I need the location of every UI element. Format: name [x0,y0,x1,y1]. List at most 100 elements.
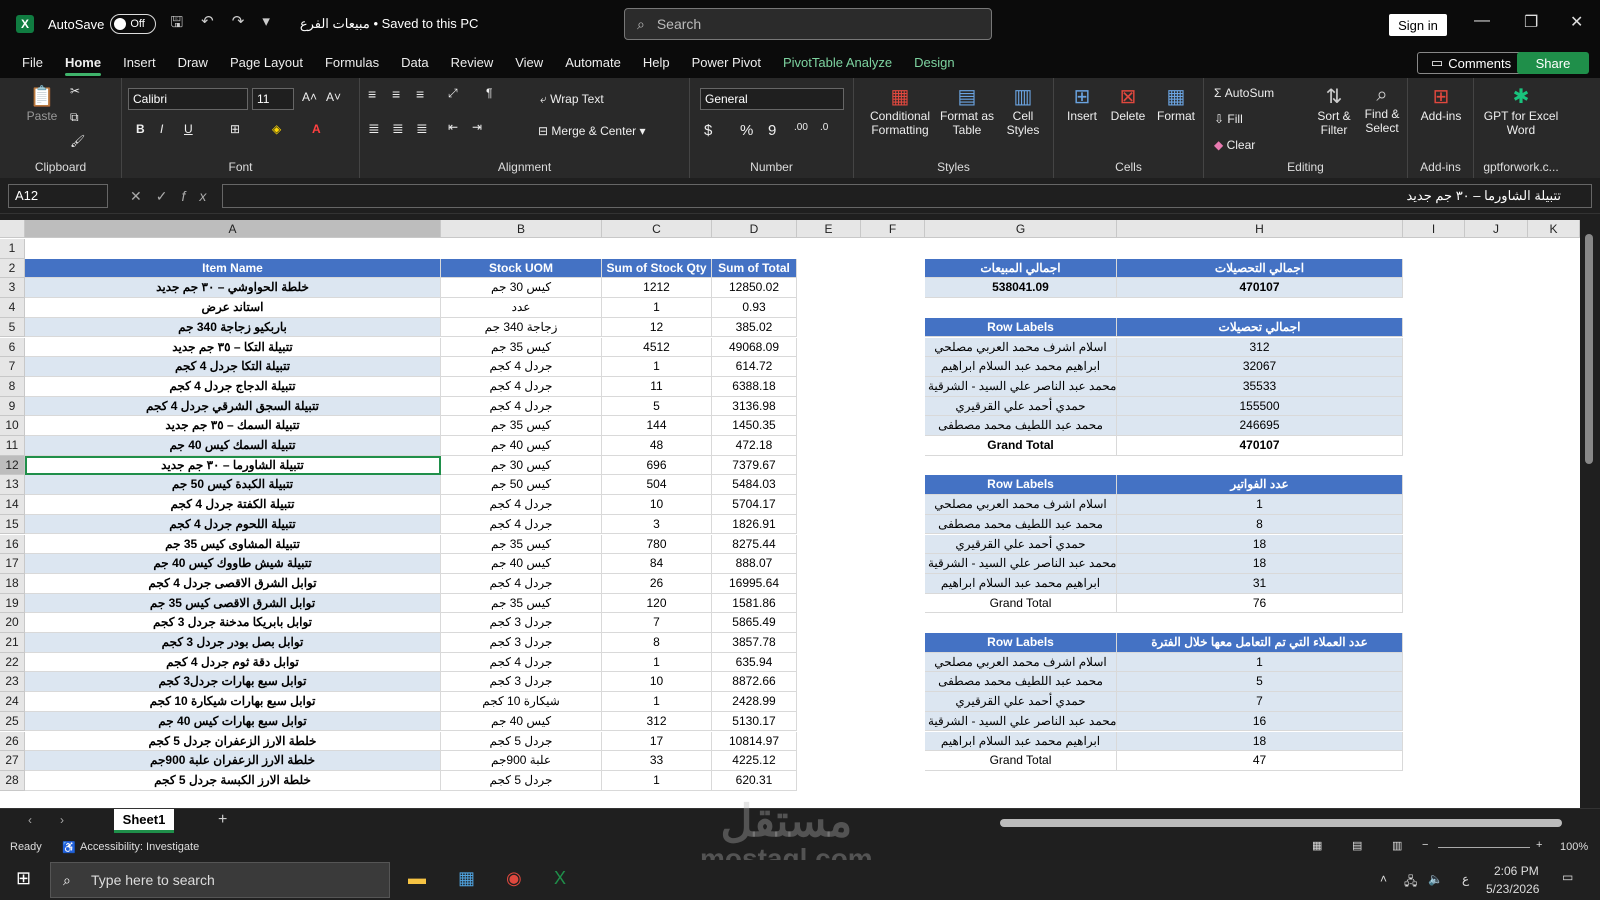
name-box[interactable]: A12 [8,184,108,208]
item-name-cell[interactable]: توابل الشرق الاقصى كيس 35 جم [25,593,441,614]
total-cell[interactable]: 49068.09 [712,337,797,358]
file-explorer-icon[interactable]: ▬ [408,868,426,889]
qty-cell[interactable]: 1 [602,357,712,377]
comments-button[interactable]: ▭ Comments [1417,52,1525,74]
delete-cells-button[interactable]: ⊠ Delete [1108,84,1148,123]
prev-sheet-icon[interactable]: ‹ [28,813,32,827]
pivot-label-cell[interactable]: ابراهيم محمد عبد السلام ابراهيم [925,357,1117,377]
underline-icon[interactable]: U [184,122,193,136]
total-cell[interactable]: 10814.97 [712,731,797,752]
cut-icon[interactable]: ✂ [70,84,80,98]
uom-cell[interactable]: كيس 30 جم [441,455,602,476]
clock-time[interactable]: 2:06 PM [1494,864,1539,878]
row-header[interactable]: 7 [0,357,25,377]
total-cell[interactable]: 3857.78 [712,633,797,653]
enter-icon[interactable]: ✓ [156,188,182,204]
pivot-label-cell[interactable]: اسلام اشرف محمد العربي مصلحي [925,337,1117,358]
qty-cell[interactable]: 3 [602,514,712,535]
bold-icon[interactable]: B [136,122,145,136]
item-name-cell[interactable]: توابل دقة ثوم جردل 4 كجم [25,652,441,673]
redo-icon[interactable]: ↷ [232,12,245,37]
addins-button[interactable]: ⊞ Add-ins [1418,84,1464,123]
italic-icon[interactable]: I [160,122,163,136]
uom-cell[interactable]: جردل 4 كجم [441,357,602,377]
uom-cell[interactable]: كيس 35 جم [441,416,602,436]
pivot-label-cell[interactable]: ابراهيم محمد عبد السلام ابراهيم [925,573,1117,594]
column-header[interactable]: C [602,220,712,238]
align-top-icon[interactable]: ≡ [368,86,376,102]
align-right-icon[interactable]: ≣ [416,120,428,137]
item-name-cell[interactable]: تتبيلة اللحوم جردل 4 كجم [25,514,441,535]
pivot-value-cell[interactable]: 32067 [1117,357,1403,377]
row-header[interactable]: 9 [0,396,25,417]
undo-icon[interactable]: ↶ [201,12,214,37]
qty-cell[interactable]: 144 [602,416,712,436]
pivot-label-cell[interactable]: محمد عبد اللطيف محمد مصطفى [925,514,1117,535]
maximize-icon[interactable]: ❐ [1524,12,1538,32]
zoom-in-icon[interactable]: + [1536,839,1542,851]
item-name-cell[interactable]: تتبيلة المشاوى كيس 35 جم [25,534,441,555]
column-header[interactable]: I [1403,220,1465,238]
font-name-select[interactable]: Calibri [128,88,248,110]
item-name-cell[interactable]: توابل الشرق الاقصى جردل 4 كجم [25,573,441,594]
total-cell[interactable]: 3136.98 [712,396,797,417]
pivot-grand-total-label[interactable]: Grand Total [925,751,1117,771]
qty-cell[interactable]: 1 [602,692,712,712]
uom-cell[interactable]: جردل 5 كجم [441,731,602,752]
pivot-label-cell[interactable]: اسلام اشرف محمد العربي مصلحي [925,495,1117,515]
sort-filter-button[interactable]: ⇅ Sort & Filter [1314,84,1354,137]
qty-cell[interactable]: 312 [602,711,712,732]
table-header[interactable]: Item Name [25,258,441,279]
pivot-label-cell[interactable]: محمد عبد الناصر علي السيد - الشرقية [925,554,1117,574]
tray-chevron-icon[interactable]: ˄ [1380,872,1387,886]
row-header[interactable]: 3 [0,278,25,299]
item-name-cell[interactable]: تتبيلة شيش طاووك كيس 40 جم [25,554,441,574]
number-format-select[interactable]: General [700,88,844,110]
zoom-slider[interactable] [1438,847,1530,848]
row-header[interactable]: 11 [0,436,25,456]
row-header[interactable]: 20 [0,613,25,633]
tab-automate[interactable]: Automate [565,48,621,78]
total-cell[interactable]: 16995.64 [712,573,797,594]
total-cell[interactable]: 614.72 [712,357,797,377]
total-cell[interactable]: 2428.99 [712,692,797,712]
total-cell[interactable]: 7379.67 [712,455,797,476]
table-header[interactable]: Sum of Total [712,258,797,279]
next-sheet-icon[interactable]: › [60,813,64,827]
tab-review[interactable]: Review [451,48,494,78]
horizontal-scroll-thumb[interactable] [1000,819,1562,827]
uom-cell[interactable]: شيكارة 10 كجم [441,692,602,712]
row-header[interactable]: 23 [0,672,25,693]
row-header[interactable]: 2 [0,258,25,279]
chrome-icon[interactable]: ◉ [506,868,522,889]
row-header[interactable]: 4 [0,298,25,318]
pivot-label-cell[interactable]: حمدي أحمد علي القرقيري [925,396,1117,417]
qty-cell[interactable]: 8 [602,633,712,653]
vertical-scrollbar[interactable] [1580,220,1600,808]
item-name-cell[interactable]: تتبيلة الدجاج جردل 4 كجم [25,376,441,397]
close-icon[interactable]: ✕ [1570,12,1583,32]
paste-button[interactable]: 📋 Paste [22,84,62,123]
pivot-value-cell[interactable]: 5 [1117,672,1403,693]
pivot-row-labels-header[interactable]: Row Labels [925,633,1117,653]
uom-cell[interactable]: علبة 900جم [441,751,602,771]
currency-icon[interactable]: $ [704,122,712,139]
item-name-cell[interactable]: خلطة الارز الزعفران علبة 900جم [25,751,441,771]
autosave-toggle[interactable]: Off [110,14,157,34]
item-name-cell[interactable]: تتبيلة التكا – ٣٥ جم جديد [25,337,441,358]
share-button[interactable]: Share [1517,52,1589,74]
vertical-scroll-thumb[interactable] [1585,234,1593,464]
qty-cell[interactable]: 12 [602,317,712,338]
column-header[interactable]: B [441,220,602,238]
pivot-value-cell[interactable]: 312 [1117,337,1403,358]
total-cell[interactable]: 4225.12 [712,751,797,771]
uom-cell[interactable]: جردل 4 كجم [441,376,602,397]
row-header[interactable]: 14 [0,495,25,515]
select-all-corner[interactable] [0,220,25,238]
uom-cell[interactable]: كيس 40 جم [441,711,602,732]
tab-power-pivot[interactable]: Power Pivot [692,48,761,78]
total-cell[interactable]: 8872.66 [712,672,797,693]
increase-indent-icon[interactable]: ⇥ [472,120,482,134]
tab-file[interactable]: File [22,48,43,78]
tab-help[interactable]: Help [643,48,670,78]
